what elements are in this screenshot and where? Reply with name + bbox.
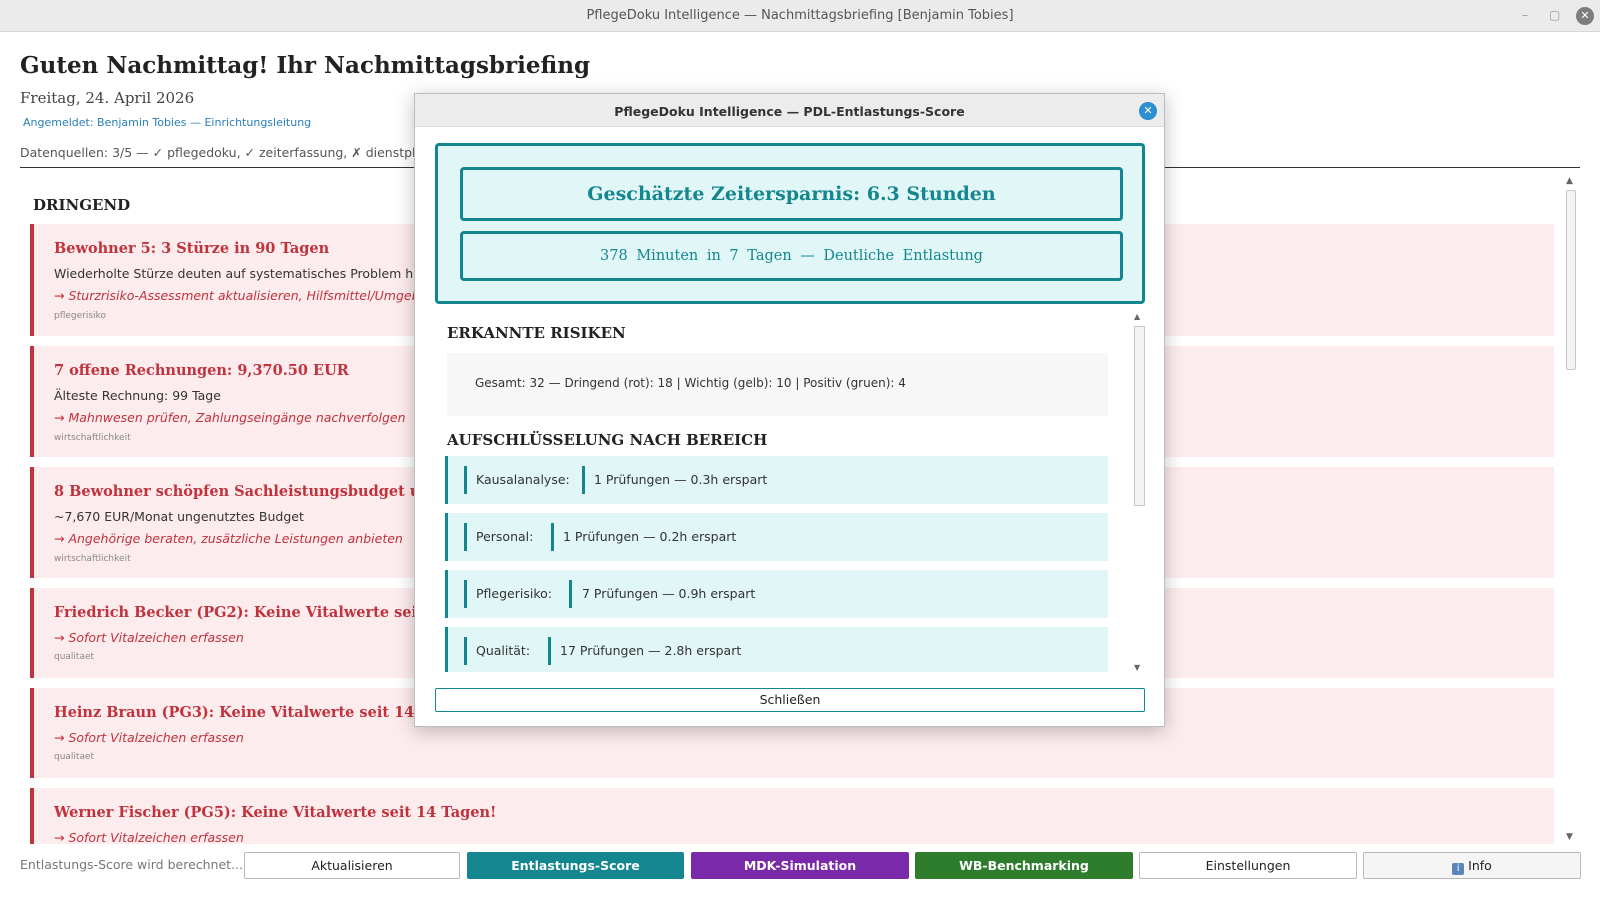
entlastungs-score-dialog: PflegeDoku Intelligence — PDL-Entlastung… bbox=[414, 93, 1165, 727]
area-label: Personal: bbox=[476, 529, 534, 544]
dialog-scroll-down-icon[interactable]: ▼ bbox=[1134, 663, 1140, 672]
area-accent bbox=[548, 637, 551, 665]
area-value: 7 Prüfungen — 0.9h erspart bbox=[582, 586, 756, 601]
alert-action: → Angehörige beraten, zusätzliche Leistu… bbox=[54, 531, 403, 546]
alert-title: Werner Fischer (PG5): Keine Vitalwerte s… bbox=[54, 804, 497, 821]
alert-source: wirtschaftlichkeit bbox=[54, 554, 131, 564]
alert-card: Werner Fischer (PG5): Keine Vitalwerte s… bbox=[30, 788, 1554, 844]
area-accent bbox=[464, 466, 467, 494]
minimize-icon[interactable]: – bbox=[1522, 8, 1528, 22]
dialog-content: ERKANNTE RISIKEN Gesamt: 32 — Dringend (… bbox=[435, 310, 1124, 672]
data-sources-status: Datenquellen: 3/5 — ✓ pflegedoku, ✓ zeit… bbox=[20, 145, 436, 160]
alert-source: wirtschaftlichkeit bbox=[54, 433, 131, 443]
login-info: Angemeldet: Benjamin Tobies — Einrichtun… bbox=[23, 116, 312, 129]
area-row-pflegerisiko: Pflegerisiko: 7 Prüfungen — 0.9h erspart bbox=[445, 570, 1108, 618]
scrollbar-thumb[interactable] bbox=[1566, 190, 1576, 370]
risk-summary: Gesamt: 32 — Dringend (rot): 18 | Wichti… bbox=[447, 353, 1108, 416]
alert-description: ~7,670 EUR/Monat ungenutztes Budget bbox=[54, 509, 304, 524]
mdk-simulation-button[interactable]: MDK-Simulation bbox=[691, 852, 909, 879]
settings-button[interactable]: Einstellungen bbox=[1139, 852, 1357, 879]
area-label: Pflegerisiko: bbox=[476, 586, 552, 601]
breakdown-heading: AUFSCHLÜSSELUNG NACH BEREICH bbox=[447, 431, 768, 449]
page-title: Guten Nachmittag! Ihr Nachmittagsbriefin… bbox=[20, 52, 591, 79]
window-title: PflegeDoku Intelligence — Nachmittagsbri… bbox=[586, 8, 1014, 23]
alert-source: pflegerisiko bbox=[54, 311, 106, 321]
scroll-up-icon[interactable]: ▲ bbox=[1566, 176, 1573, 186]
dialog-scrollbar-thumb[interactable] bbox=[1134, 326, 1145, 506]
status-text: Entlastungs-Score wird berechnet... bbox=[20, 857, 243, 872]
area-accent bbox=[464, 637, 467, 665]
alert-source: qualitaet bbox=[54, 752, 95, 762]
area-row-personal: Personal: 1 Prüfungen — 0.2h erspart bbox=[445, 513, 1108, 561]
alert-action: → Mahnwesen prüfen, Zahlungseingänge nac… bbox=[54, 410, 406, 425]
alert-source: qualitaet bbox=[54, 652, 95, 662]
dialog-title: PflegeDoku Intelligence — PDL-Entlastung… bbox=[614, 104, 965, 119]
info-button-label: Info bbox=[1468, 858, 1492, 873]
info-button[interactable]: i Info bbox=[1363, 852, 1581, 879]
area-accent bbox=[464, 523, 467, 551]
alert-description: Wiederholte Stürze deuten auf systematis… bbox=[54, 266, 425, 281]
wb-benchmarking-button[interactable]: WB-Benchmarking bbox=[915, 852, 1133, 879]
dialog-scrollbar[interactable]: ▲ ▼ bbox=[1132, 312, 1146, 674]
score-panel: Geschätzte Zeitersparnis: 6.3 Stunden 37… bbox=[435, 143, 1145, 304]
time-savings-detail: 378 Minuten in 7 Tagen — Deutliche Entla… bbox=[460, 231, 1123, 281]
alert-description: Älteste Rechnung: 99 Tage bbox=[54, 388, 221, 403]
date-label: Freitag, 24. April 2026 bbox=[20, 89, 195, 107]
risks-heading: ERKANNTE RISIKEN bbox=[447, 324, 626, 342]
area-row-qualitaet: Qualität: 17 Prüfungen — 2.8h erspart bbox=[445, 627, 1108, 672]
time-savings-headline: Geschätzte Zeitersparnis: 6.3 Stunden bbox=[460, 167, 1123, 221]
window-close-icon[interactable]: ✕ bbox=[1576, 7, 1594, 25]
info-icon: i bbox=[1452, 863, 1465, 875]
alert-title: Bewohner 5: 3 Stürze in 90 Tagen bbox=[54, 240, 330, 257]
maximize-icon[interactable]: ▢ bbox=[1549, 8, 1560, 22]
dialog-close-icon[interactable]: ✕ bbox=[1139, 102, 1157, 120]
scroll-down-icon[interactable]: ▼ bbox=[1566, 832, 1573, 842]
area-accent bbox=[582, 466, 585, 494]
area-value: 1 Prüfungen — 0.2h erspart bbox=[563, 529, 737, 544]
alert-action: → Sturzrisiko-Assessment aktualisieren, … bbox=[54, 288, 456, 303]
area-value: 1 Prüfungen — 0.3h erspart bbox=[594, 472, 768, 487]
dialog-close-button[interactable]: Schließen bbox=[435, 688, 1145, 712]
alert-action: → Sofort Vitalzeichen erfassen bbox=[54, 630, 244, 645]
dialog-titlebar: PflegeDoku Intelligence — PDL-Entlastung… bbox=[415, 94, 1164, 127]
window-titlebar: PflegeDoku Intelligence — Nachmittagsbri… bbox=[0, 0, 1600, 32]
dialog-scroll-up-icon[interactable]: ▲ bbox=[1134, 312, 1140, 321]
entlastungs-score-button[interactable]: Entlastungs-Score bbox=[467, 852, 684, 879]
alert-title: Heinz Braun (PG3): Keine Vitalwerte seit… bbox=[54, 704, 475, 721]
alert-title: 7 offene Rechnungen: 9,370.50 EUR bbox=[54, 362, 349, 379]
area-label: Qualität: bbox=[476, 643, 531, 658]
alert-action: → Sofort Vitalzeichen erfassen bbox=[54, 830, 244, 844]
refresh-button[interactable]: Aktualisieren bbox=[244, 852, 460, 879]
section-title-dringend: DRINGEND bbox=[33, 196, 131, 214]
area-accent bbox=[464, 580, 467, 608]
area-accent bbox=[569, 580, 572, 608]
area-value: 17 Prüfungen — 2.8h erspart bbox=[560, 643, 742, 658]
risk-summary-text: Gesamt: 32 — Dringend (rot): 18 | Wichti… bbox=[475, 376, 906, 390]
area-row-kausalanalyse: Kausalanalyse: 1 Prüfungen — 0.3h erspar… bbox=[445, 456, 1108, 504]
alert-action: → Sofort Vitalzeichen erfassen bbox=[54, 730, 244, 745]
main-scrollbar[interactable]: ▲ ▼ bbox=[1564, 176, 1578, 844]
area-label: Kausalanalyse: bbox=[476, 472, 570, 487]
area-accent bbox=[551, 523, 554, 551]
